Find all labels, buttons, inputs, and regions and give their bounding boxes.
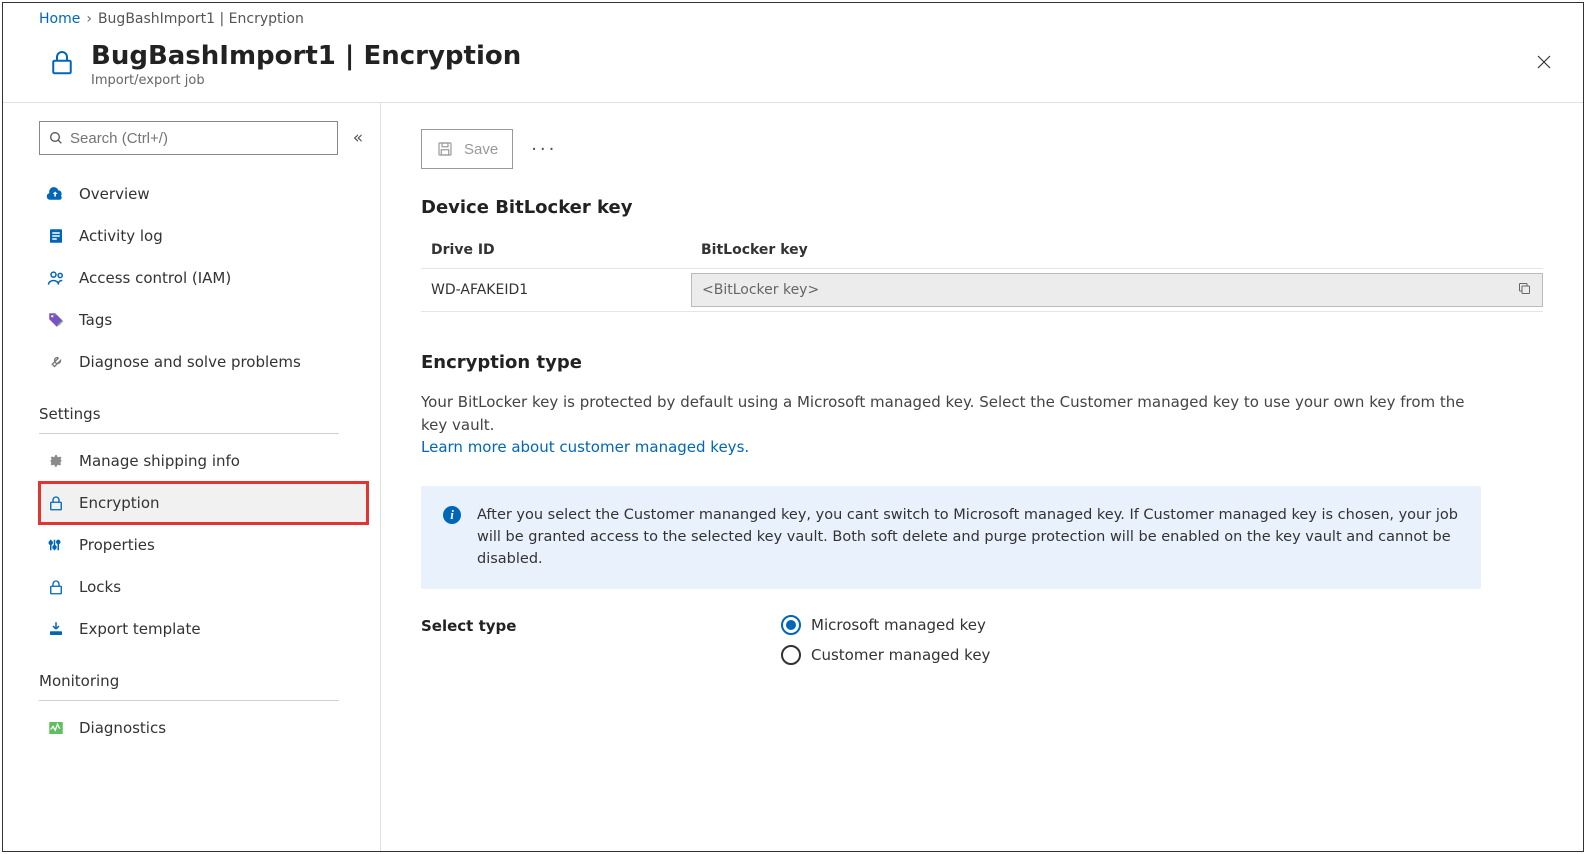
key-type-radio-group: Microsoft managed key Customer managed k… — [781, 615, 990, 665]
diagnostics-icon — [45, 717, 67, 739]
lock-icon — [45, 492, 67, 514]
title-bar: BugBashImport1 | Encryption Import/expor… — [3, 31, 1583, 103]
radio-icon — [781, 645, 801, 665]
select-type-row: Select type Microsoft managed key Custom… — [421, 615, 1543, 665]
search-input-wrapper[interactable] — [39, 121, 338, 155]
collapse-sidebar-button[interactable]: « — [348, 128, 368, 148]
sidebar-item-diagnostics[interactable]: Diagnostics — [39, 707, 368, 749]
sidebar-item-label: Diagnose and solve problems — [79, 353, 301, 371]
breadcrumb-separator-icon: › — [86, 11, 92, 27]
breadcrumb: Home › BugBashImport1 | Encryption — [3, 3, 1583, 31]
sidebar-item-label: Tags — [79, 311, 112, 329]
search-input[interactable] — [70, 130, 329, 147]
sidebar-item-overview[interactable]: Overview — [39, 173, 368, 215]
sidebar-item-label: Encryption — [79, 494, 160, 512]
sidebar-item-label: Locks — [79, 578, 121, 596]
copy-button[interactable] — [1517, 281, 1532, 300]
search-icon — [48, 130, 64, 146]
save-button[interactable]: Save — [421, 129, 513, 169]
col-drive-id: Drive ID — [421, 236, 691, 269]
breadcrumb-home-link[interactable]: Home — [39, 11, 80, 27]
radio-label: Customer managed key — [811, 646, 990, 664]
info-text: After you select the Customer mananged k… — [477, 504, 1459, 571]
bitlocker-table: Drive ID BitLocker key WD-AFAKEID1 <BitL… — [421, 236, 1543, 312]
wrench-icon — [45, 351, 67, 373]
sidebar: « Overview Activity log Access control (… — [3, 103, 381, 851]
cloud-icon — [45, 183, 67, 205]
radio-icon — [781, 615, 801, 635]
page-title: BugBashImport1 | Encryption — [91, 41, 521, 71]
bitlocker-key-field[interactable]: <BitLocker key> — [691, 273, 1543, 307]
sidebar-item-encryption[interactable]: Encryption — [39, 482, 368, 524]
info-box: i After you select the Customer mananged… — [421, 486, 1481, 589]
encryption-heading: Encryption type — [421, 352, 1543, 373]
breadcrumb-current: BugBashImport1 | Encryption — [98, 11, 304, 27]
info-icon: i — [443, 506, 461, 524]
col-bitlocker-key: BitLocker key — [691, 236, 1543, 269]
sidebar-item-shipping[interactable]: Manage shipping info — [39, 440, 368, 482]
save-icon — [436, 140, 454, 158]
log-icon — [45, 225, 67, 247]
save-button-label: Save — [464, 141, 498, 158]
sidebar-section-monitoring: Monitoring — [39, 672, 368, 694]
copy-icon — [1517, 281, 1532, 296]
export-icon — [45, 618, 67, 640]
sidebar-item-label: Properties — [79, 536, 155, 554]
sidebar-item-iam[interactable]: Access control (IAM) — [39, 257, 368, 299]
learn-more-link[interactable]: Learn more about customer managed keys. — [421, 438, 749, 456]
sidebar-item-label: Access control (IAM) — [79, 269, 231, 287]
encryption-description: Your BitLocker key is protected by defau… — [421, 391, 1471, 438]
toolbar: Save ··· — [421, 129, 1543, 169]
people-icon — [45, 267, 67, 289]
bitlocker-heading: Device BitLocker key — [421, 197, 1543, 218]
bitlocker-key-value: <BitLocker key> — [702, 282, 1517, 298]
table-row: WD-AFAKEID1 <BitLocker key> — [421, 269, 1543, 312]
lock-icon — [43, 43, 81, 81]
sidebar-section-settings: Settings — [39, 405, 368, 427]
lock-icon — [45, 576, 67, 598]
sidebar-item-properties[interactable]: Properties — [39, 524, 368, 566]
sidebar-item-label: Manage shipping info — [79, 452, 240, 470]
properties-icon — [45, 534, 67, 556]
select-type-label: Select type — [421, 615, 781, 635]
radio-microsoft-key[interactable]: Microsoft managed key — [781, 615, 990, 635]
radio-label: Microsoft managed key — [811, 616, 986, 634]
main-content: Save ··· Device BitLocker key Drive ID B… — [381, 103, 1583, 851]
sidebar-item-label: Overview — [79, 185, 150, 203]
page-subtitle: Import/export job — [91, 73, 521, 88]
sidebar-item-diagnose[interactable]: Diagnose and solve problems — [39, 341, 368, 383]
sidebar-item-tags[interactable]: Tags — [39, 299, 368, 341]
radio-customer-key[interactable]: Customer managed key — [781, 645, 990, 665]
sidebar-item-label: Activity log — [79, 227, 163, 245]
drive-id-cell: WD-AFAKEID1 — [421, 269, 691, 312]
sidebar-item-activity-log[interactable]: Activity log — [39, 215, 368, 257]
sidebar-item-label: Diagnostics — [79, 719, 166, 737]
sidebar-item-locks[interactable]: Locks — [39, 566, 368, 608]
more-button[interactable]: ··· — [527, 139, 561, 160]
tags-icon — [45, 309, 67, 331]
close-button[interactable] — [1529, 47, 1559, 77]
gear-icon — [45, 450, 67, 472]
sidebar-item-export-template[interactable]: Export template — [39, 608, 368, 650]
sidebar-item-label: Export template — [79, 620, 201, 638]
